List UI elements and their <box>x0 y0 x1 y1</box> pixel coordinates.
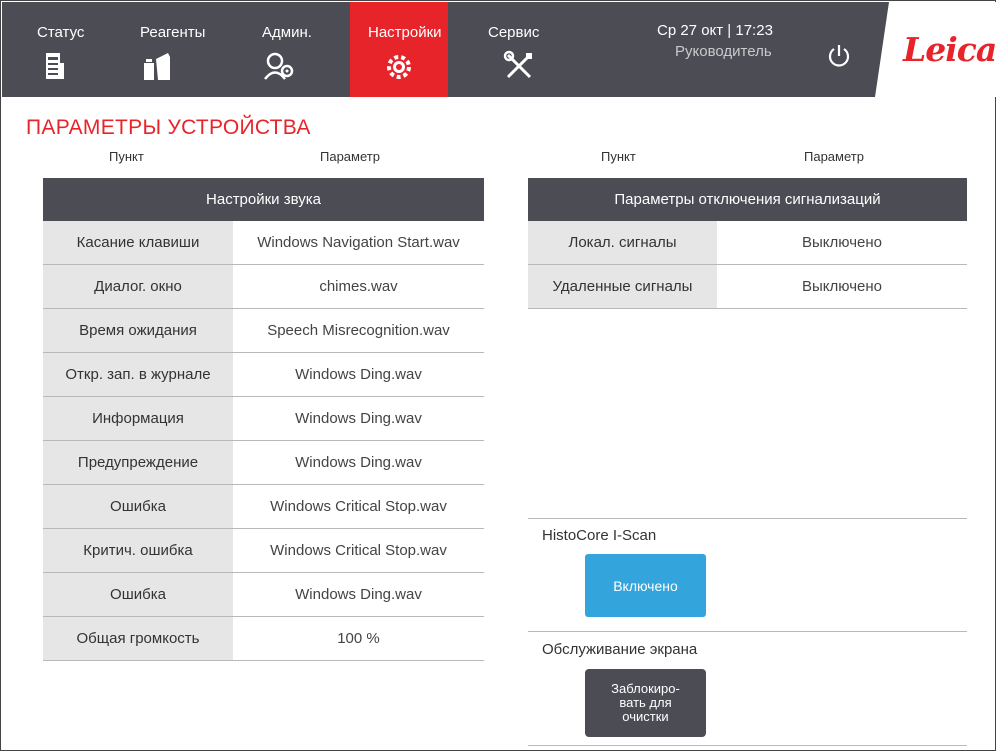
tab-label: Реагенты <box>140 24 206 41</box>
table-row[interactable]: Ошибка Windows Critical Stop.wav <box>43 485 484 529</box>
table-row[interactable]: Общая громкость 100 % <box>43 617 484 661</box>
row-value: Windows Ding.wav <box>233 573 484 616</box>
row-value: Windows Ding.wav <box>233 397 484 440</box>
tab-label: Сервис <box>488 24 540 41</box>
app-frame: Статус Реагенты Админ. Настройки Сервис … <box>0 0 996 751</box>
column-header-item: Пункт <box>109 149 144 164</box>
tab-label: Админ. <box>262 24 312 41</box>
tab-label: Настройки <box>368 24 442 41</box>
row-value: Speech Misrecognition.wav <box>233 309 484 352</box>
row-item: Касание клавиши <box>43 221 233 264</box>
table-title: Настройки звука <box>43 178 484 221</box>
tab-settings[interactable]: Настройки <box>350 2 448 97</box>
table-row[interactable]: Удаленные сигналы Выключено <box>528 265 967 309</box>
row-item: Откр. зап. в журнале <box>43 353 233 396</box>
divider <box>528 745 967 746</box>
datetime: Ср 27 окт | 17:23 <box>657 22 773 39</box>
row-value: 100 % <box>233 617 484 660</box>
row-item: Удаленные сигналы <box>528 265 717 308</box>
row-item: Ошибка <box>43 485 233 528</box>
column-header-item: Пункт <box>601 149 636 164</box>
row-value: Выключено <box>717 265 967 308</box>
column-header-param: Параметр <box>320 149 380 164</box>
table-row[interactable]: Предупреждение Windows Ding.wav <box>43 441 484 485</box>
iscan-toggle-button[interactable]: Включено <box>585 554 706 617</box>
alarm-settings-table: Параметры отключения сигнализаций Локал.… <box>528 178 967 309</box>
row-value: Windows Navigation Start.wav <box>233 221 484 264</box>
row-item: Время ожидания <box>43 309 233 352</box>
settings-icon <box>387 55 411 79</box>
table-row[interactable]: Информация Windows Ding.wav <box>43 397 484 441</box>
status-datetime-role: Ср 27 окт | 17:23 Руководитель <box>657 20 773 62</box>
power-icon[interactable] <box>825 42 853 70</box>
user-role: Руководитель <box>675 43 772 60</box>
table-row[interactable]: Ошибка Windows Ding.wav <box>43 573 484 617</box>
service-icon <box>503 50 532 79</box>
row-value: Windows Critical Stop.wav <box>233 485 484 528</box>
tab-service[interactable]: Сервис <box>478 2 566 97</box>
tab-label: Статус <box>37 24 85 41</box>
screen-maintenance-label: Обслуживание экрана <box>542 641 698 658</box>
admin-icon <box>264 52 294 80</box>
row-item: Ошибка <box>43 573 233 616</box>
top-nav-bar: Статус Реагенты Админ. Настройки Сервис … <box>2 2 996 97</box>
status-icon <box>46 53 64 79</box>
row-item: Критич. ошибка <box>43 529 233 572</box>
table-row[interactable]: Время ожидания Speech Misrecognition.wav <box>43 309 484 353</box>
page-title: ПАРАМЕТРЫ УСТРОЙСТВА <box>26 116 311 139</box>
table-title: Параметры отключения сигнализаций <box>528 178 967 221</box>
row-value: Windows Ding.wav <box>233 441 484 484</box>
divider <box>528 518 967 519</box>
tab-status[interactable]: Статус <box>27 2 115 97</box>
row-value: chimes.wav <box>233 265 484 308</box>
tab-admin[interactable]: Админ. <box>252 2 340 97</box>
sound-settings-table: Настройки звука Касание клавиши Windows N… <box>43 178 484 661</box>
row-value: Выключено <box>717 221 967 264</box>
tab-reagents[interactable]: Реагенты <box>130 2 218 97</box>
row-item: Диалог. окно <box>43 265 233 308</box>
row-item: Общая громкость <box>43 617 233 660</box>
lock-for-cleaning-button[interactable]: Заблокиро- вать для очистки <box>585 669 706 737</box>
row-value: Windows Ding.wav <box>233 353 484 396</box>
column-header-param: Параметр <box>804 149 864 164</box>
divider <box>528 631 967 632</box>
table-row[interactable]: Касание клавиши Windows Navigation Start.… <box>43 221 484 265</box>
row-value: Windows Critical Stop.wav <box>233 529 484 572</box>
table-row[interactable]: Критич. ошибка Windows Critical Stop.wav <box>43 529 484 573</box>
row-item: Предупреждение <box>43 441 233 484</box>
row-item: Локал. сигналы <box>528 221 717 264</box>
table-row[interactable]: Локал. сигналы Выключено <box>528 221 967 265</box>
table-row[interactable]: Диалог. окно chimes.wav <box>43 265 484 309</box>
row-item: Информация <box>43 397 233 440</box>
logo-area: Leica <box>875 2 996 97</box>
iscan-label: HistoCore I-Scan <box>542 527 657 544</box>
reagents-icon <box>144 53 170 80</box>
leica-logo: Leica <box>903 30 996 69</box>
table-row[interactable]: Откр. зап. в журнале Windows Ding.wav <box>43 353 484 397</box>
